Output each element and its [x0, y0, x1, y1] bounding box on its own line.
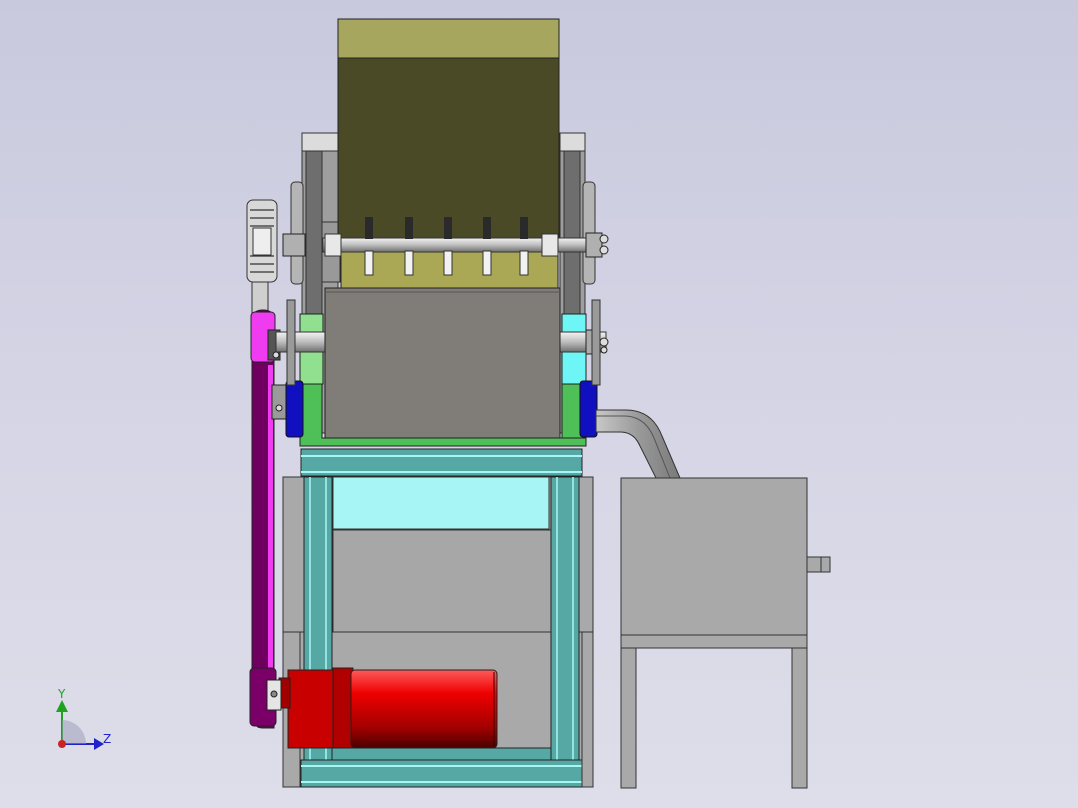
- stand-right-leg: [581, 631, 594, 788]
- left-bearing-blue: [285, 380, 304, 438]
- electric-motor: [278, 667, 498, 749]
- orientation-triad: Y Z: [56, 687, 111, 750]
- pipe-elbow: [595, 409, 681, 479]
- belt-tensioner-bracket: [271, 384, 287, 420]
- collection-bin: [620, 477, 831, 789]
- bin-left-leg: [620, 647, 637, 789]
- bin-right-leg: [791, 647, 808, 789]
- y-axis-arrow: [56, 700, 68, 712]
- z-axis-label: Z: [103, 732, 111, 746]
- stand-cyan-panel: [332, 476, 550, 530]
- motor-end-cap: [332, 667, 354, 749]
- triad-origin: [58, 740, 66, 748]
- stand-inner-panel: [332, 529, 552, 633]
- belt-drive: [246, 199, 287, 729]
- stand-right-post: [550, 476, 580, 763]
- bin-stand-top: [620, 634, 808, 649]
- discharge-pipe: [595, 409, 681, 479]
- crusher-assembly-drawing: Y Z: [56, 18, 831, 789]
- feed-hopper: [337, 18, 560, 251]
- motor-body: [350, 669, 498, 749]
- triad-arc: [62, 720, 86, 744]
- right-bearing-blue: [579, 380, 598, 438]
- hopper-lid: [337, 18, 560, 60]
- bin-body: [620, 477, 808, 636]
- motor-mount-beam: [331, 747, 552, 761]
- cad-viewport[interactable]: Y Z: [0, 0, 1078, 808]
- lower-housing: [324, 287, 561, 439]
- motor-flange: [287, 669, 335, 749]
- bin-outlet: [806, 556, 831, 573]
- left-flywheel-disc: [290, 181, 304, 285]
- y-axis-label: Y: [57, 687, 66, 701]
- crushing-chamber: [324, 247, 561, 439]
